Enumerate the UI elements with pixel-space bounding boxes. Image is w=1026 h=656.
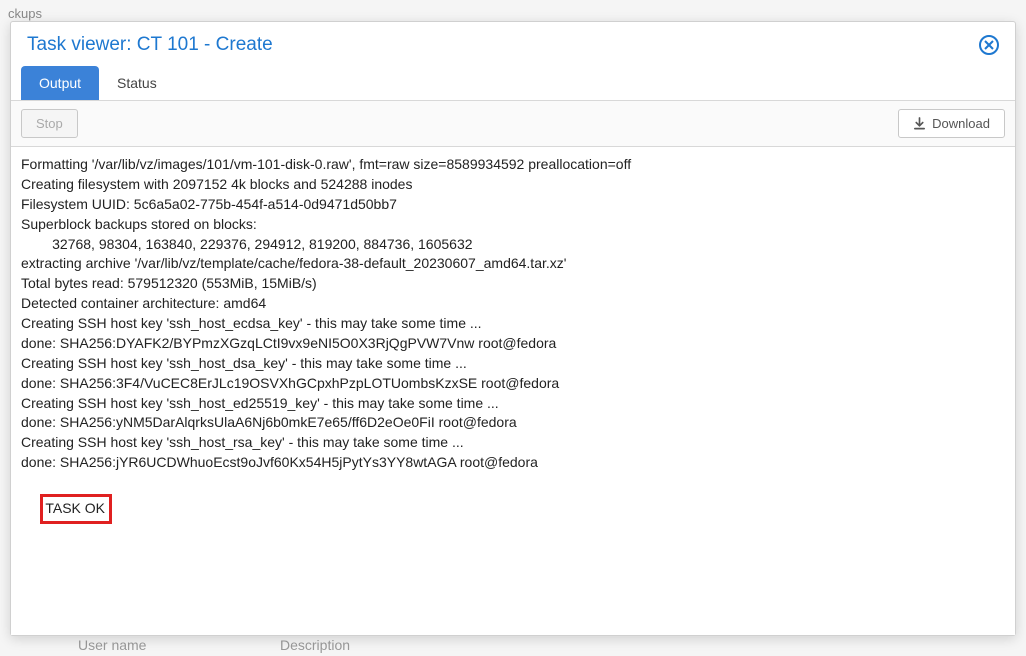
output-line: Creating SSH host key 'ssh_host_ed25519_… <box>21 394 1005 414</box>
download-label: Download <box>932 116 990 131</box>
output-area[interactable]: Formatting '/var/lib/vz/images/101/vm-10… <box>11 147 1015 635</box>
toolbar: Stop Download <box>11 100 1015 147</box>
output-line: Creating SSH host key 'ssh_host_rsa_key'… <box>21 433 1005 453</box>
output-line: done: SHA256:DYAFK2/BYPmzXGzqLCtI9vx9eNI… <box>21 334 1005 354</box>
tab-status[interactable]: Status <box>99 66 175 100</box>
stop-button: Stop <box>21 109 78 138</box>
tab-bar: Output Status <box>11 66 1015 100</box>
bg-column-description: Description <box>280 637 350 653</box>
modal-title: Task viewer: CT 101 - Create <box>27 34 273 56</box>
download-button[interactable]: Download <box>898 109 1005 138</box>
output-final-wrapper: TASK OK <box>21 473 1005 544</box>
output-line: Filesystem UUID: 5c6a5a02-775b-454f-a514… <box>21 195 1005 215</box>
task-viewer-modal: Task viewer: CT 101 - Create Output Stat… <box>10 21 1016 636</box>
output-line: Formatting '/var/lib/vz/images/101/vm-10… <box>21 155 1005 175</box>
output-line: extracting archive '/var/lib/vz/template… <box>21 254 1005 274</box>
modal-header: Task viewer: CT 101 - Create <box>11 22 1015 66</box>
bg-text: ckups <box>8 6 42 21</box>
output-line: 32768, 98304, 163840, 229376, 294912, 81… <box>21 235 1005 255</box>
close-button[interactable] <box>979 35 999 55</box>
close-icon <box>984 40 994 50</box>
output-line: Creating SSH host key 'ssh_host_dsa_key'… <box>21 354 1005 374</box>
output-line: Creating filesystem with 2097152 4k bloc… <box>21 175 1005 195</box>
output-line: Superblock backups stored on blocks: <box>21 215 1005 235</box>
bg-column-username: User name <box>78 637 146 653</box>
output-log: Formatting '/var/lib/vz/images/101/vm-10… <box>21 155 1005 473</box>
download-icon <box>913 117 926 130</box>
tab-output[interactable]: Output <box>21 66 99 100</box>
output-line: done: SHA256:yNM5DarAlqrksUlaA6Nj6b0mkE7… <box>21 413 1005 433</box>
output-line: Creating SSH host key 'ssh_host_ecdsa_ke… <box>21 314 1005 334</box>
output-line: Detected container architecture: amd64 <box>21 294 1005 314</box>
output-line: done: SHA256:jYR6UCDWhuoEcst9oJvf60Kx54H… <box>21 453 1005 473</box>
task-ok-highlight: TASK OK <box>40 494 112 524</box>
output-line: Total bytes read: 579512320 (553MiB, 15M… <box>21 274 1005 294</box>
output-line: done: SHA256:3F4/VuCEC8ErJLc19OSVXhGCpxh… <box>21 374 1005 394</box>
